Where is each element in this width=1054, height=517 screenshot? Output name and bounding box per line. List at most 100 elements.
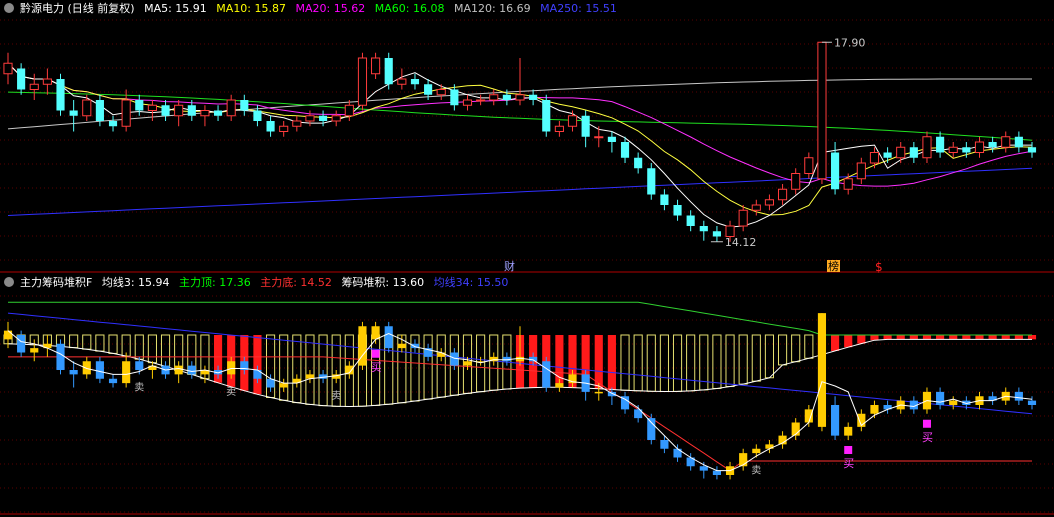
- chip-candle-body: [542, 361, 551, 388]
- chip-bar: [95, 334, 105, 352]
- chip-bar: [607, 335, 616, 390]
- candle-body: [647, 168, 656, 195]
- chip-bar: [82, 334, 92, 350]
- sell-marker: 卖: [226, 386, 236, 398]
- chip-bar: [804, 334, 814, 359]
- candle-body: [226, 99, 236, 117]
- candle-body: [883, 152, 892, 158]
- chip-candle-body: [3, 330, 13, 340]
- buy-marker: 买: [922, 431, 933, 444]
- chip-candle-body: [660, 440, 669, 449]
- candle-body: [187, 105, 196, 116]
- candle-body: [567, 115, 578, 127]
- buy-marker-box: [371, 349, 380, 358]
- chip-candle-body: [831, 405, 840, 436]
- candle-body: [213, 110, 223, 116]
- buy-marker-box: [922, 419, 931, 428]
- chip-candle-body: [844, 426, 853, 436]
- candle-body: [384, 58, 393, 85]
- chip-bar: [1027, 335, 1037, 340]
- chip-candle-body: [555, 383, 564, 388]
- candle-body: [922, 136, 932, 159]
- chip-candle-body: [69, 370, 78, 375]
- candle-body: [253, 110, 262, 121]
- chip-bar: [147, 334, 157, 364]
- candle-body: [344, 104, 354, 117]
- chip-bar: [777, 334, 788, 366]
- candle-body: [856, 162, 866, 180]
- chip-candle-body: [174, 365, 183, 375]
- chip-candle-body: [135, 361, 144, 370]
- candle-body: [82, 99, 92, 117]
- chip-bar: [725, 334, 735, 388]
- chip-bar: [134, 334, 144, 360]
- candle-body: [974, 141, 985, 153]
- chip-bar: [936, 335, 945, 340]
- candle-body: [95, 100, 104, 121]
- chip-bar: [672, 334, 683, 392]
- candle-body: [1027, 147, 1037, 153]
- candle-body: [161, 105, 170, 116]
- chip-bar: [305, 334, 315, 405]
- candle-body: [764, 199, 775, 206]
- candle-body: [135, 100, 144, 111]
- candle-body: [305, 115, 315, 122]
- candle-body: [424, 84, 433, 95]
- candle-body: [174, 104, 184, 117]
- candle-body: [56, 79, 65, 111]
- candle-body: [200, 110, 210, 117]
- candle-body: [869, 152, 880, 164]
- candle-body: [686, 215, 695, 226]
- chip-bar: [253, 335, 262, 395]
- buy-marker: 买: [371, 361, 382, 374]
- chip-candle-body: [17, 335, 26, 353]
- chip-bar: [975, 335, 984, 340]
- candle-body: [843, 178, 853, 190]
- chip-bar: [831, 335, 840, 351]
- candle-body: [29, 83, 39, 90]
- candle-body: [371, 57, 381, 75]
- chip-bar: [686, 334, 696, 392]
- candle-body: [1001, 136, 1011, 148]
- chip-bar: [857, 335, 866, 344]
- chip-candle-body: [949, 400, 958, 405]
- finance-marker: 财: [504, 259, 515, 273]
- candle-body: [817, 41, 827, 180]
- candle-body: [751, 204, 761, 211]
- chip-bar: [620, 334, 630, 391]
- chip-bar: [712, 334, 722, 389]
- chip-bar: [751, 334, 761, 382]
- chip-candle-body: [30, 348, 39, 353]
- candle-body: [620, 142, 630, 158]
- chip-candle-body: [804, 409, 813, 423]
- chip-candle-body: [936, 391, 945, 405]
- chip-bar: [738, 334, 748, 385]
- chip-candle-body: [279, 383, 288, 388]
- candle-body: [529, 94, 538, 100]
- candle-body: [948, 146, 958, 153]
- chip-candle-body: [384, 326, 393, 349]
- chip-candle-body: [56, 343, 65, 370]
- chip-bar: [962, 335, 971, 340]
- dollar-marker: $: [875, 260, 883, 274]
- candle-body: [279, 125, 289, 132]
- chip-bar: [949, 335, 958, 340]
- ma250-line: [7, 167, 1033, 216]
- chip-bar: [988, 335, 997, 340]
- candle-body: [962, 147, 971, 153]
- chip-bar: [844, 335, 853, 348]
- kline-chart[interactable]: 17.9014.12财榜 $买买买卖卖卖卖: [0, 0, 1054, 517]
- chip-candle-body: [647, 418, 656, 440]
- candle-body: [988, 142, 997, 148]
- candle-body: [3, 62, 13, 75]
- candle-body: [699, 226, 708, 232]
- chip-candle-body: [227, 361, 236, 375]
- chip-bar: [870, 335, 879, 341]
- candle-body: [634, 157, 643, 169]
- chip-candle-body: [371, 326, 380, 340]
- sell-marker: 卖: [751, 465, 761, 477]
- chip-candle-body: [437, 352, 446, 357]
- chip-bar: [659, 334, 669, 393]
- candle-body: [554, 125, 564, 132]
- candle-body: [909, 147, 918, 158]
